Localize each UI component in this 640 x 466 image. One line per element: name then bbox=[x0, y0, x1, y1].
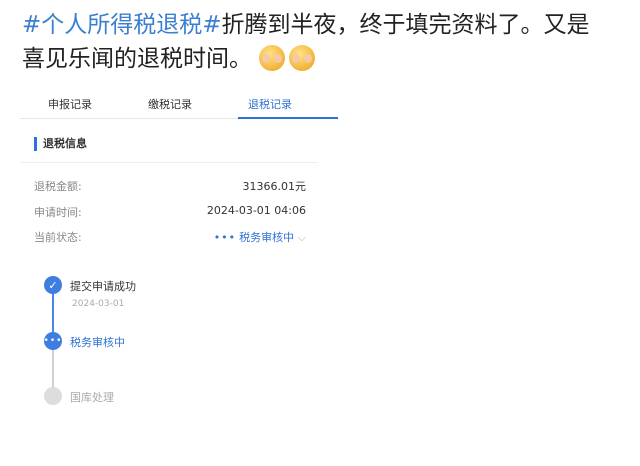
section-title: 退税信息 bbox=[34, 137, 87, 151]
divider bbox=[20, 162, 318, 163]
timeline-step-review: 税务审核中 bbox=[70, 336, 125, 349]
timeline-step-treasury: 国库处理 bbox=[70, 391, 114, 404]
more-dots-icon: ••• bbox=[213, 231, 237, 244]
post-text-line2: 喜见乐闻的退税时间。 bbox=[22, 46, 252, 72]
teary-face-emoji-icon bbox=[289, 45, 316, 71]
pending-circle-icon bbox=[44, 387, 62, 405]
tab-refund-records[interactable]: 退税记录 bbox=[248, 96, 292, 112]
check-icon: ✓ bbox=[44, 276, 62, 294]
refund-amount-label: 退税金额: bbox=[34, 180, 82, 193]
post-text-line1: 折腾到半夜，终于填完资料了。又是 bbox=[221, 12, 590, 38]
current-status-label: 当前状态: bbox=[34, 231, 82, 244]
status-text: 税务审核中 bbox=[239, 231, 295, 244]
record-tabs: 申报记录 缴税记录 退税记录 bbox=[20, 92, 338, 119]
post-text: #个人所得税退税#折腾到半夜，终于填完资料了。又是 喜见乐闻的退税时间。 bbox=[22, 8, 622, 76]
tab-payment-records[interactable]: 缴税记录 bbox=[148, 96, 192, 112]
hashtag-link[interactable]: #个人所得税退税# bbox=[22, 12, 222, 38]
teary-face-emoji-icon bbox=[259, 45, 286, 71]
current-status-value[interactable]: ••• 税务审核中 ⌵ bbox=[214, 229, 306, 245]
active-tab-indicator bbox=[238, 117, 338, 119]
tab-declaration-records[interactable]: 申报记录 bbox=[48, 96, 92, 112]
timeline-step-submitted: 提交申请成功 bbox=[70, 280, 136, 293]
timeline-step-date: 2024-03-01 bbox=[72, 299, 125, 309]
in-progress-dots-icon: ••• bbox=[44, 332, 62, 350]
refund-amount-value: 31366.01元 bbox=[242, 180, 307, 193]
apply-time-value: 2024-03-01 04:06 bbox=[206, 204, 306, 217]
chevron-down-icon: ⌵ bbox=[297, 231, 306, 244]
apply-time-label: 申请时间: bbox=[34, 206, 82, 219]
